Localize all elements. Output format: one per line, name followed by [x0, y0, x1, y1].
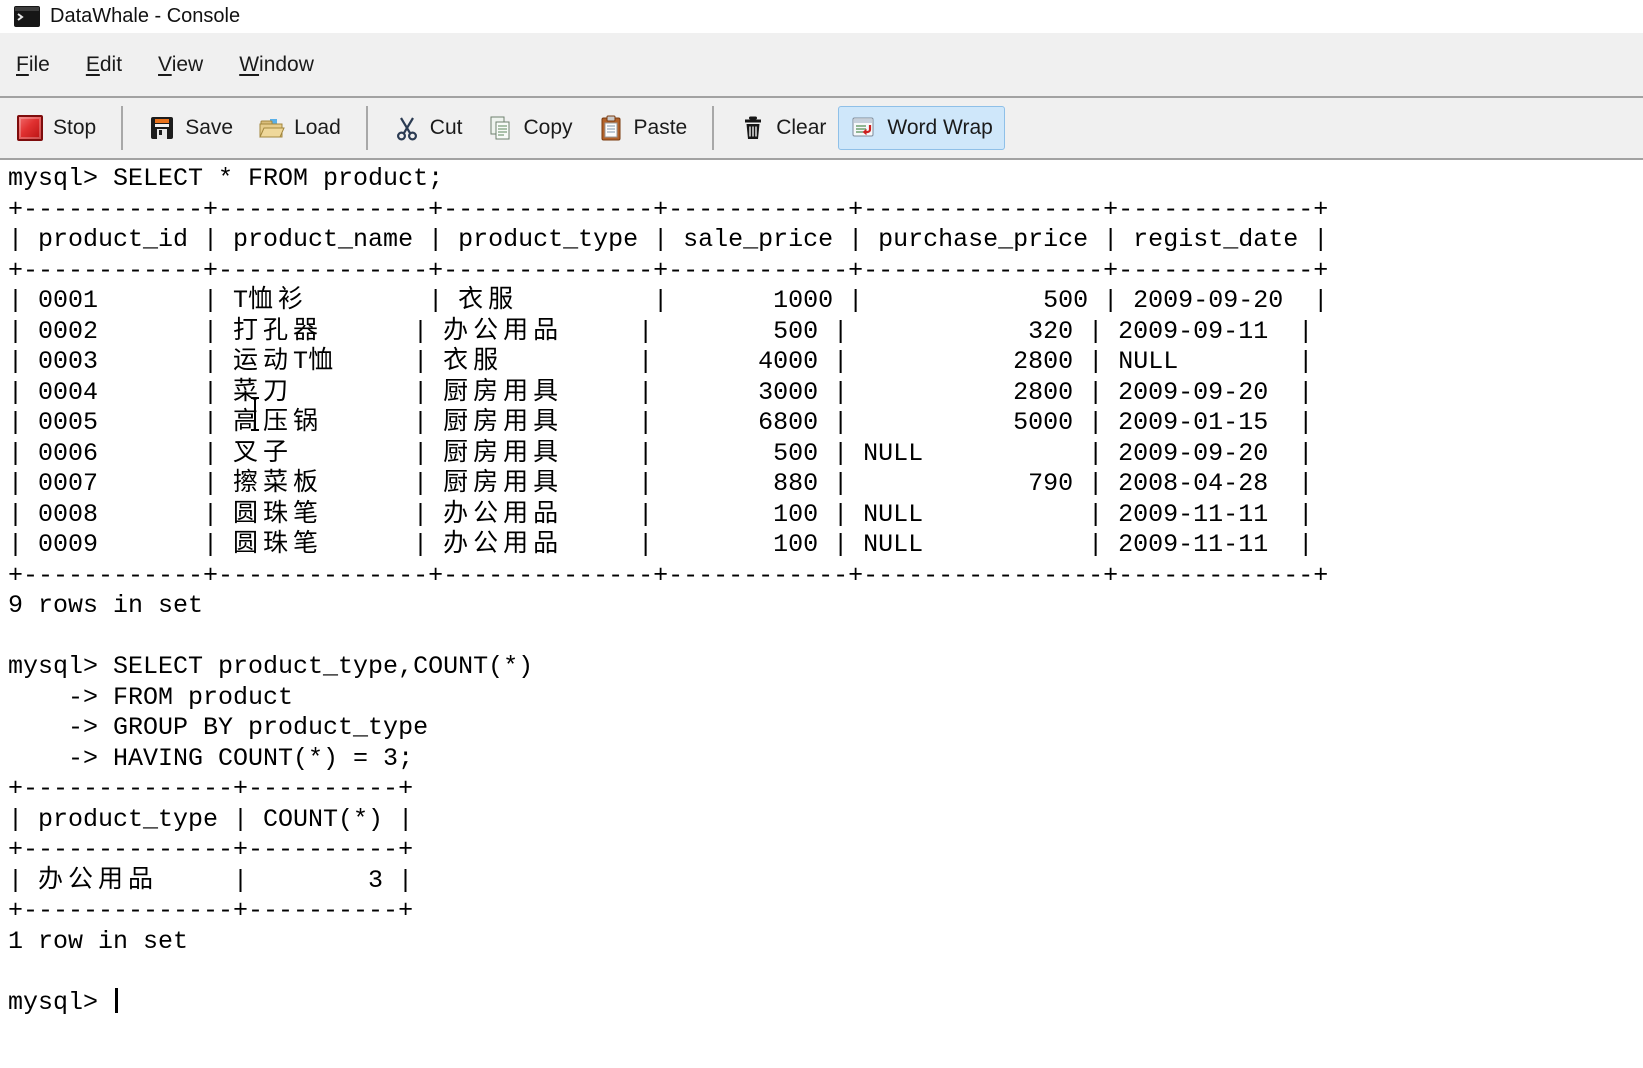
menu-bar: File Edit View Window [0, 33, 1643, 96]
save-button[interactable]: Save [136, 106, 245, 150]
copy-icon [486, 114, 514, 142]
text-caret [115, 987, 119, 1013]
clear-icon [739, 114, 767, 142]
paste-button[interactable]: Paste [585, 106, 700, 150]
clear-button[interactable]: Clear [727, 106, 838, 150]
window-title: DataWhale - Console [50, 5, 241, 27]
menu-edit[interactable]: Edit [80, 49, 128, 81]
cut-icon [393, 114, 421, 142]
toolbar-separator [365, 106, 368, 150]
menu-file[interactable]: File [10, 49, 56, 81]
save-icon [148, 114, 176, 142]
cut-button[interactable]: Cut [381, 106, 475, 150]
stop-button[interactable]: Stop [4, 106, 108, 150]
menu-view[interactable]: View [152, 49, 209, 81]
menu-window[interactable]: Window [233, 49, 320, 81]
console-area: mysql> SELECT * FROM product; +---------… [0, 160, 1643, 1067]
toolbar-separator [712, 106, 715, 150]
load-button[interactable]: Load [245, 106, 353, 150]
load-icon [257, 114, 285, 142]
stop-icon [16, 114, 44, 142]
title-bar: DataWhale - Console [0, 0, 1643, 33]
copy-button[interactable]: Copy [474, 106, 584, 150]
word-wrap-toggle[interactable]: Word Wrap [838, 106, 1005, 150]
paste-icon [597, 114, 625, 142]
toolbar: Stop Save Load Cut Copy Paste Clear Word… [0, 96, 1643, 160]
console-app-icon [14, 6, 40, 27]
toolbar-separator [121, 106, 124, 150]
word-wrap-icon [850, 114, 878, 142]
console-output[interactable]: mysql> SELECT * FROM product; +---------… [0, 160, 1643, 1018]
ibeam-cursor [248, 396, 262, 432]
